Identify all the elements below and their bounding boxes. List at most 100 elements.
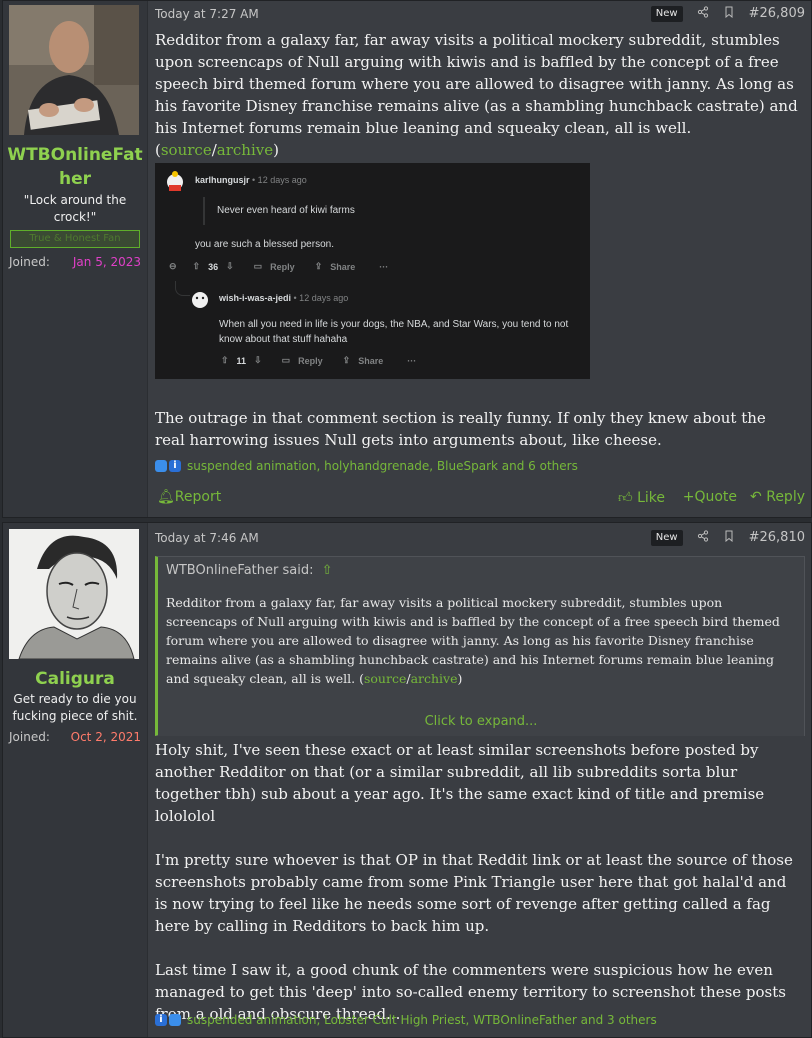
post-body: Holy shit, I've seen these exact or at l… — [155, 739, 803, 1025]
informative-reaction-icon: i — [155, 1014, 167, 1026]
reaction-users[interactable]: suspended animation, holyhandgrenade, Bl… — [187, 459, 578, 473]
avatar[interactable] — [9, 529, 139, 659]
quote-block: WTBOnlineFather said: ⇧ Redditor from a … — [155, 556, 805, 736]
bell-icon: 🔔︎ — [157, 489, 175, 505]
bookmark-icon[interactable] — [723, 529, 735, 547]
user-banner: True & Honest Fan — [10, 230, 140, 248]
reply-arrow-icon: ↶ — [750, 489, 762, 505]
joined-info: Joined: Oct 2, 2021 — [9, 729, 141, 745]
post-timestamp[interactable]: Today at 7:46 AM — [155, 531, 259, 545]
quoted-comment: Never even heard of kiwi farms — [203, 197, 355, 225]
report-label: Report — [174, 489, 222, 505]
comment-user: karlhungusjr — [195, 175, 250, 185]
post-text: The outrage in that comment section is r… — [155, 409, 766, 449]
report-button[interactable]: 🔔︎Report — [157, 489, 221, 505]
like-reaction-icon — [169, 1014, 181, 1026]
downvote-icon: ⇩ — [226, 261, 234, 271]
quote-author[interactable]: WTBOnlineFather said: — [166, 563, 313, 578]
upvote-icon: ⇧ — [221, 355, 229, 365]
username-line[interactable]: WTBOnlineFat — [3, 143, 147, 167]
reply-label: Reply — [270, 261, 295, 272]
share-icon: ⇪ — [314, 261, 323, 271]
reply-label: Reply — [766, 489, 805, 505]
source-link[interactable]: source — [364, 671, 406, 686]
arrow-up-circle-icon[interactable]: ⇧ — [322, 563, 333, 578]
reactions-bar[interactable]: i suspended animation, holyhandgrenade, … — [155, 459, 578, 473]
bookmark-icon[interactable] — [723, 5, 735, 23]
thumbs-up-icon: 👍︎ — [617, 490, 633, 506]
source-link[interactable]: source — [161, 141, 212, 159]
like-button[interactable]: 👍︎ Like — [618, 489, 665, 506]
user-panel: Caligura Get ready to die you fucking pi… — [3, 523, 148, 1037]
share-icon[interactable] — [697, 529, 709, 547]
quote-header[interactable]: WTBOnlineFather said: ⇧ — [166, 563, 333, 578]
comment-text: you are such a blessed person. — [195, 239, 334, 250]
user-title: Get ready to die you fucking piece of sh… — [12, 692, 138, 723]
post-content: Today at 7:27 AM New #26,809 Redditor fr… — [155, 1, 805, 517]
username[interactable]: Caligura — [3, 667, 147, 691]
share-icon[interactable] — [697, 5, 709, 23]
collapse-icon: ⊖ — [169, 261, 177, 271]
post-paragraph: I'm pretty sure whoever is that OP in th… — [155, 851, 793, 935]
reply-label: Reply — [298, 355, 323, 366]
share-label: Share — [330, 261, 356, 272]
plus-icon: + — [682, 489, 695, 505]
reactions-bar[interactable]: i suspended animation, Lobster Cult High… — [155, 1013, 657, 1027]
user-title: "Lock around the crock!" — [23, 193, 127, 224]
like-reaction-icon — [155, 460, 167, 472]
more-icon: ··· — [379, 261, 389, 272]
reply-icon: ▭ — [253, 261, 263, 271]
reply-icon: ▭ — [281, 355, 291, 365]
username[interactable]: WTBOnlineFat her — [3, 143, 147, 191]
like-label: Like — [637, 490, 665, 506]
quote-text: Redditor from a galaxy far, far away vis… — [166, 593, 796, 688]
archive-link[interactable]: archive — [411, 671, 458, 686]
informative-reaction-icon: i — [169, 460, 181, 472]
joined-label: Joined: — [9, 730, 50, 744]
vote-count: 36 — [208, 261, 219, 272]
joined-date: Oct 2, 2021 — [70, 730, 141, 744]
embedded-screenshot[interactable]: karlhungusjr • 12 days ago Never even he… — [155, 163, 590, 379]
post-number[interactable]: #26,809 — [749, 5, 805, 23]
username-line[interactable]: her — [3, 167, 147, 191]
more-icon: ··· — [407, 355, 417, 366]
joined-label: Joined: — [9, 255, 50, 269]
comment-user: wish-i-was-a-jedi — [219, 293, 292, 303]
quote-button[interactable]: +Quote — [683, 489, 737, 505]
post: WTBOnlineFat her "Lock around the crock!… — [2, 0, 812, 518]
new-badge: New — [650, 6, 683, 22]
post-text: ) — [273, 141, 279, 159]
comment-time: • 12 days ago — [293, 293, 349, 303]
comment-text: When all you need in life is your dogs, … — [219, 319, 569, 345]
reddit-avatar-icon — [167, 171, 183, 191]
joined-date: Jan 5, 2023 — [72, 255, 141, 269]
post-content: Today at 7:46 AM New #26,810 WTBOnlineFa… — [155, 523, 805, 1037]
post-text: Redditor from a galaxy far, far away vis… — [155, 31, 798, 159]
comment-time: • 12 days ago — [252, 175, 307, 185]
user-panel: WTBOnlineFat her "Lock around the crock!… — [3, 1, 148, 517]
comment-actions: ⊖ ⇧ 36 ⇩ ▭ Reply ⇪ Share ··· — [169, 261, 388, 272]
reply-button[interactable]: ↶ Reply — [750, 489, 805, 505]
post-paragraph: Holy shit, I've seen these exact or at l… — [155, 741, 765, 825]
reaction-users[interactable]: suspended animation, Lobster Cult High P… — [187, 1013, 657, 1027]
post-number[interactable]: #26,810 — [749, 529, 805, 547]
archive-link[interactable]: archive — [217, 141, 273, 159]
quote-body-text: ) — [457, 671, 463, 686]
reaction-icons: i — [155, 1014, 181, 1026]
post-meta: Today at 7:46 AM New #26,810 — [155, 529, 805, 547]
avatar[interactable] — [9, 5, 139, 135]
vote-count: 11 — [236, 355, 247, 366]
share-icon: ⇪ — [342, 355, 351, 365]
comment-actions: ⇧ 11 ⇩ ▭ Reply ⇪ Share ··· — [221, 355, 416, 366]
upvote-icon: ⇧ — [192, 261, 201, 271]
post: Caligura Get ready to die you fucking pi… — [2, 522, 812, 1038]
quote-body-text: Redditor from a galaxy far, far away vis… — [166, 595, 780, 686]
reaction-icons: i — [155, 460, 181, 472]
post-timestamp[interactable]: Today at 7:27 AM — [155, 7, 259, 21]
comment-header: karlhungusjr • 12 days ago — [195, 175, 307, 185]
comment-header: wish-i-was-a-jedi • 12 days ago — [219, 293, 348, 303]
downvote-icon: ⇩ — [254, 355, 262, 365]
new-badge: New — [650, 530, 683, 546]
click-to-expand[interactable]: Click to expand... — [158, 708, 804, 736]
share-label: Share — [358, 355, 384, 366]
